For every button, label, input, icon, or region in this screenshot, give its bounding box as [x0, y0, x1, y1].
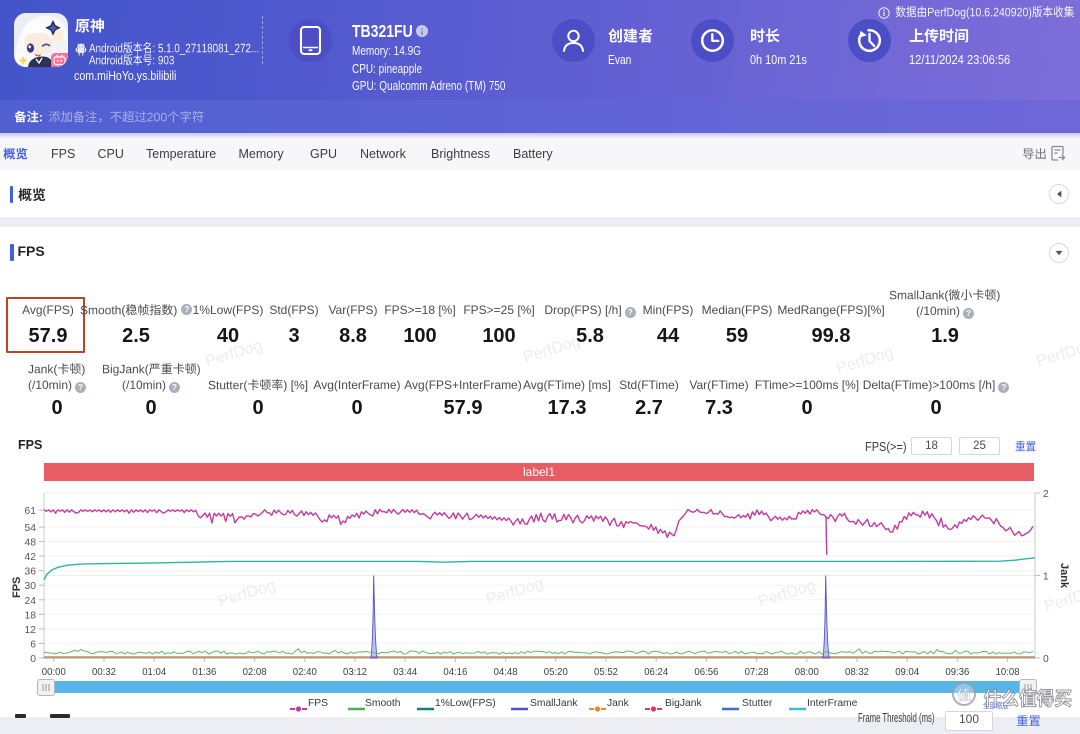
svg-text:05:20: 05:20	[544, 667, 568, 678]
svg-text:1: 1	[1043, 572, 1049, 583]
svg-text:18: 18	[25, 610, 37, 621]
svg-text:05:52: 05:52	[594, 667, 618, 678]
svg-text:04:16: 04:16	[443, 667, 467, 678]
svg-text:06:24: 06:24	[644, 667, 668, 678]
svg-text:09:04: 09:04	[895, 667, 919, 678]
svg-text:00:00: 00:00	[42, 667, 66, 678]
svg-text:01:04: 01:04	[142, 667, 166, 678]
svg-text:07:28: 07:28	[745, 667, 769, 678]
svg-text:02:40: 02:40	[293, 667, 317, 678]
svg-text:10:08: 10:08	[996, 667, 1020, 678]
svg-text:6: 6	[30, 639, 36, 650]
svg-text:36: 36	[25, 567, 37, 578]
svg-text:61: 61	[25, 506, 37, 517]
svg-text:24: 24	[25, 596, 37, 607]
svg-text:30: 30	[25, 581, 37, 592]
svg-text:00:32: 00:32	[92, 667, 116, 678]
svg-text:01:36: 01:36	[192, 667, 216, 678]
svg-text:FPS: FPS	[11, 577, 23, 598]
svg-text:02:08: 02:08	[243, 667, 267, 678]
svg-text:12: 12	[25, 625, 37, 636]
svg-text:0: 0	[30, 654, 36, 665]
svg-text:06:56: 06:56	[694, 667, 718, 678]
svg-text:2: 2	[1043, 489, 1049, 500]
svg-text:03:12: 03:12	[343, 667, 367, 678]
svg-text:0: 0	[1043, 654, 1049, 665]
svg-text:08:00: 08:00	[795, 667, 819, 678]
svg-text:03:44: 03:44	[393, 667, 417, 678]
svg-text:42: 42	[25, 552, 37, 563]
svg-text:48: 48	[25, 538, 37, 549]
svg-text:09:36: 09:36	[945, 667, 969, 678]
svg-text:08:32: 08:32	[845, 667, 869, 678]
svg-text:04:48: 04:48	[494, 667, 518, 678]
svg-text:54: 54	[25, 523, 37, 534]
svg-text:Jank: Jank	[1058, 563, 1070, 589]
